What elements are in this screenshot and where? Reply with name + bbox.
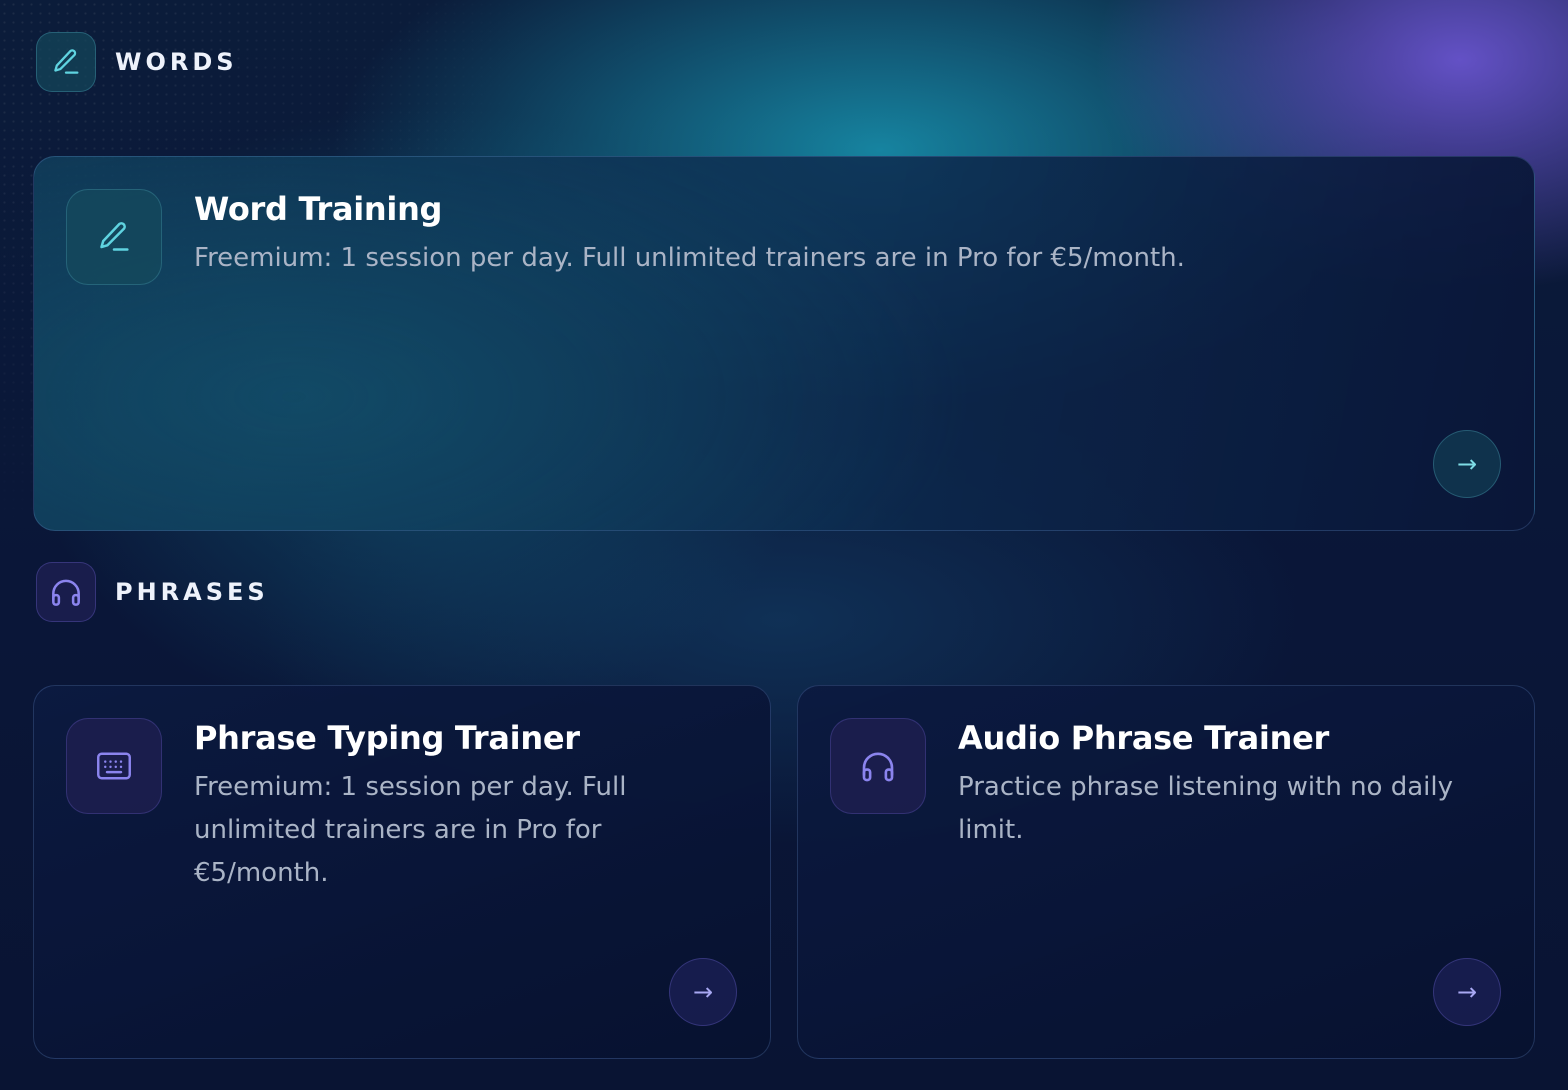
section-header-words: WORDS [36,32,238,92]
section-title-phrases: PHRASES [115,578,269,606]
card-title: Word Training [194,190,443,228]
card-description: Practice phrase listening with no daily … [958,772,1454,845]
card-description: Freemium: 1 session per day. Full unlimi… [194,243,1185,273]
pencil-icon [36,32,96,92]
open-phrase-typing-button[interactable]: → [669,958,737,1026]
headphones-icon [830,718,926,814]
word-training-card[interactable]: Word Training Freemium: 1 session per da… [33,156,1535,531]
card-title: Audio Phrase Trainer [958,719,1329,757]
section-header-phrases: PHRASES [36,562,269,622]
phrase-typing-trainer-card[interactable]: Phrase Typing Trainer Freemium: 1 sessio… [33,685,771,1059]
headphones-icon [36,562,96,622]
card-description: Freemium: 1 session per day. Full unlimi… [194,772,627,888]
open-word-training-button[interactable]: → [1433,430,1501,498]
open-audio-phrase-button[interactable]: → [1433,958,1501,1026]
section-title-words: WORDS [115,48,238,76]
card-title: Phrase Typing Trainer [194,719,580,757]
pencil-icon [66,189,162,285]
audio-phrase-trainer-card[interactable]: Audio Phrase Trainer Practice phrase lis… [797,685,1535,1059]
keyboard-icon [66,718,162,814]
